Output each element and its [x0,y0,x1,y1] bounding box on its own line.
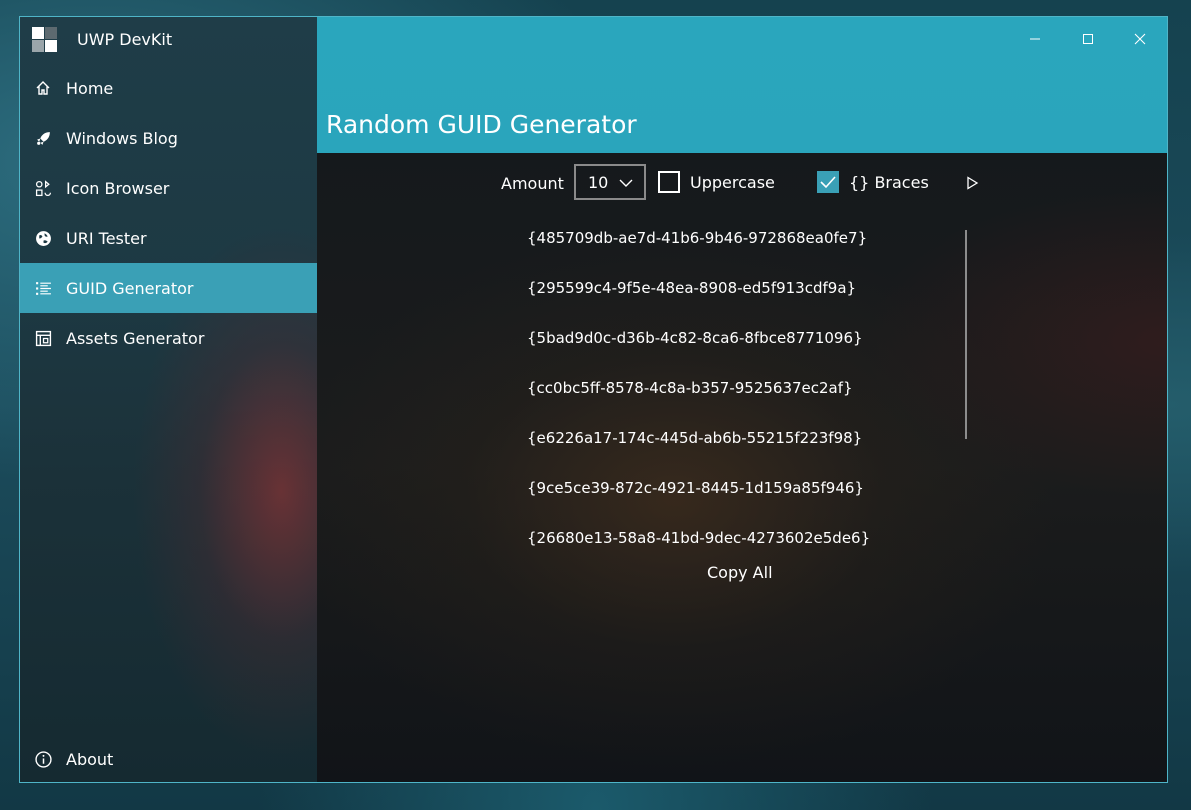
icons-grid-icon [34,179,52,197]
home-icon [34,79,52,97]
maximize-button[interactable] [1065,23,1111,55]
chevron-down-icon [618,175,634,194]
guid-list-scrollbar[interactable] [965,230,967,439]
nav-label: About [66,749,114,769]
nav-menu: Home Windows Blog Icon Browser URI Teste… [20,63,317,363]
app-logo-icon [32,27,58,53]
guid-list-item[interactable]: {5bad9d0c-d36b-4c82-8ca6-8fbce8771096} [527,325,927,375]
nav-label: Windows Blog [66,128,178,148]
nav-label: Icon Browser [66,178,170,198]
guid-list: {485709db-ae7d-41b6-9b46-972868ea0fe7} {… [527,225,927,575]
amount-combobox[interactable]: 10 [574,164,646,200]
nav-item-home[interactable]: Home [20,63,317,113]
list-icon [34,279,52,297]
amount-label: Amount [501,174,564,193]
page-title: Random GUID Generator [326,110,637,139]
rocket-icon [34,129,52,147]
generate-play-button[interactable] [965,175,979,190]
nav-label: URI Tester [66,228,147,248]
nav-label: Home [66,78,114,98]
nav-item-about[interactable]: About [20,734,317,782]
guid-list-item[interactable]: {485709db-ae7d-41b6-9b46-972868ea0fe7} [527,225,927,275]
close-button[interactable] [1117,23,1163,55]
uppercase-label: Uppercase [690,173,775,192]
minimize-button[interactable] [1012,23,1058,55]
braces-label: {} Braces [849,173,929,192]
sidebar: UWP DevKit Home Windows Blog Icon Browse… [20,17,317,782]
assets-icon [34,329,52,347]
guid-list-item[interactable]: {9ce5ce39-872c-4921-8445-1d159a85f946} [527,475,927,525]
checkmark-icon [820,176,836,189]
play-icon [967,176,979,190]
nav-item-assets-generator[interactable]: Assets Generator [20,313,317,363]
amount-value: 10 [588,173,609,192]
nav-item-uri-tester[interactable]: URI Tester [20,213,317,263]
uppercase-checkbox[interactable] [658,171,680,193]
guid-list-item[interactable]: {cc0bc5ff-8578-4c8a-b357-9525637ec2af} [527,375,927,425]
app-name: UWP DevKit [77,30,173,49]
globe-icon [34,229,52,247]
copy-all-button[interactable]: Copy All [707,563,773,582]
app-title-bar: UWP DevKit [20,17,317,63]
nav-item-windows-blog[interactable]: Windows Blog [20,113,317,163]
guid-list-item[interactable]: {e6226a17-174c-445d-ab6b-55215f223f98} [527,425,927,475]
info-icon [34,750,52,768]
main-content: Amount 10 Uppercase {} Braces {485709db-… [317,153,1167,782]
braces-checkbox[interactable] [817,171,839,193]
nav-item-guid-generator[interactable]: GUID Generator [20,263,317,313]
app-window: UWP DevKit Home Windows Blog Icon Browse… [19,16,1168,783]
nav-label: GUID Generator [66,278,194,298]
nav-item-icon-browser[interactable]: Icon Browser [20,163,317,213]
guid-list-item[interactable]: {295599c4-9f5e-48ea-8908-ed5f913cdf9a} [527,275,927,325]
nav-label: Assets Generator [66,328,205,348]
page-header: Random GUID Generator [317,17,1167,153]
